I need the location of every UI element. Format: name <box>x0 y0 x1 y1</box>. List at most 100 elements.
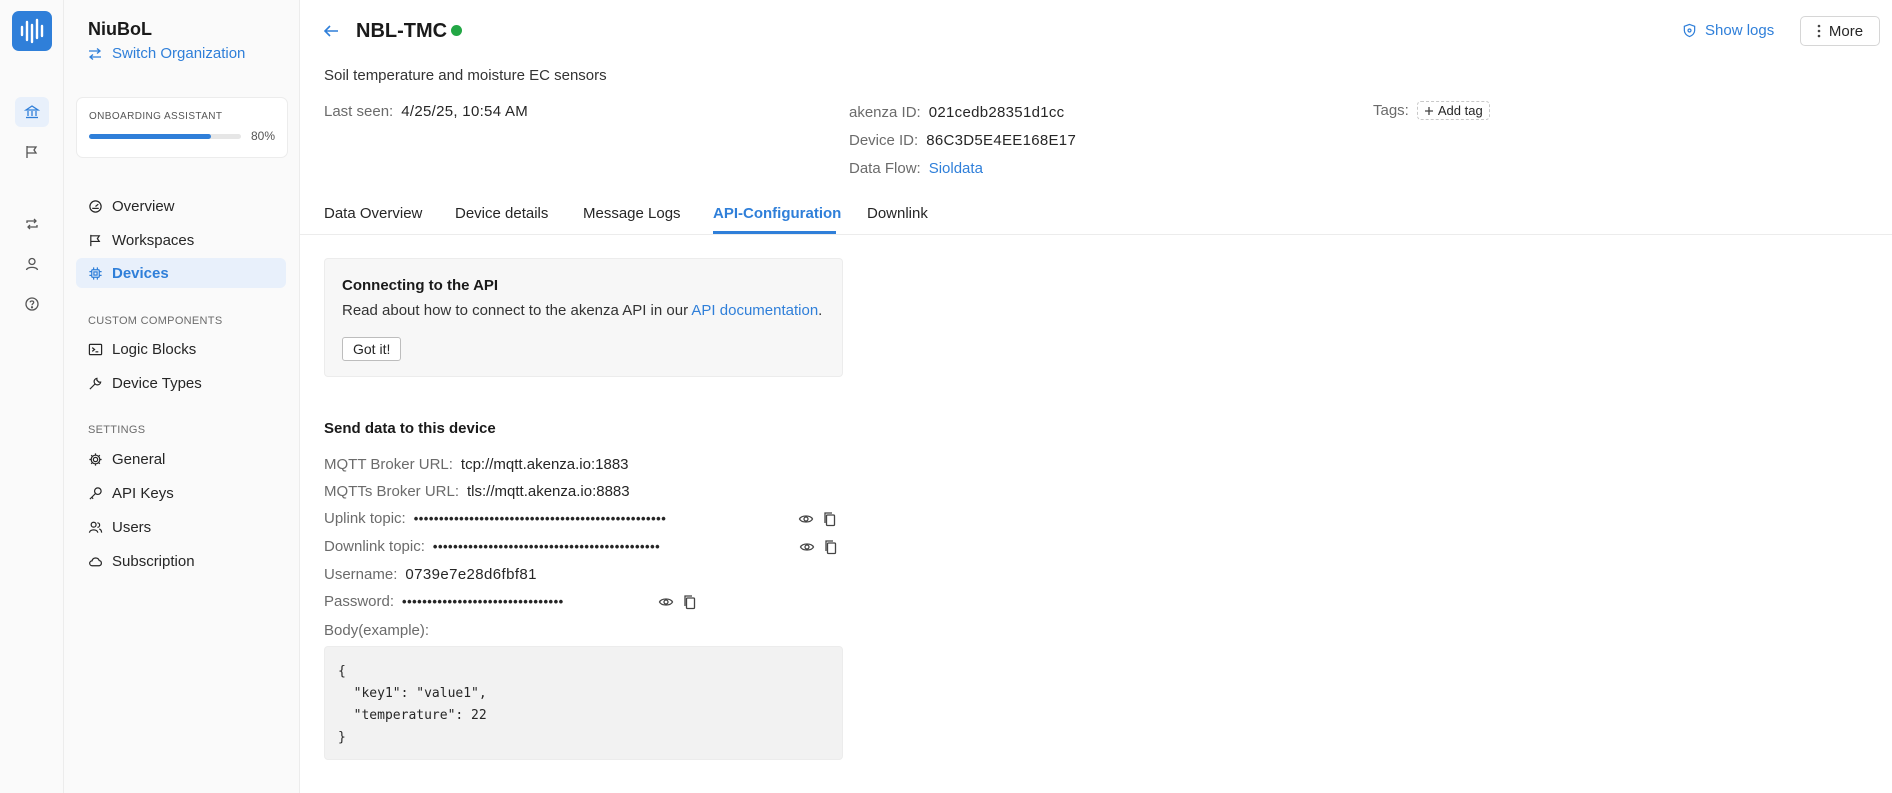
back-button[interactable] <box>322 22 340 40</box>
onboarding-progress-track <box>89 134 241 139</box>
sidebar-item-users[interactable]: Users <box>76 512 286 542</box>
sidebar: NiuBoL Switch Organization ONBOARDING AS… <box>64 0 300 793</box>
more-button[interactable]: More <box>1800 16 1880 46</box>
add-tag-button[interactable]: Add tag <box>1416 101 1490 120</box>
akenza-id-value: 021cedb28351d1cc <box>928 104 1065 121</box>
device-id-row: Device ID: 86C3D5E4EE168E17 <box>849 132 1076 149</box>
password-value: •••••••••••••••••••••••••••••••• <box>402 594 564 609</box>
uplink-copy-button[interactable] <box>822 511 838 527</box>
akenza-id-label: akenza ID: <box>849 104 921 121</box>
status-indicator <box>451 25 462 36</box>
sidebar-item-label: Overview <box>112 197 175 215</box>
rail-workspaces-button[interactable] <box>15 137 49 167</box>
username-value: 0739e7e28d6fbf81 <box>405 566 537 583</box>
sidebar-item-label: Device Types <box>112 374 202 392</box>
info-card-period: . <box>818 302 823 319</box>
mqtt-broker-label: MQTT Broker URL: <box>324 456 453 473</box>
sidebar-item-devices[interactable]: Devices <box>76 258 286 288</box>
data-flow-row: Data Flow: Sioldata <box>849 160 983 177</box>
sidebar-item-label: API Keys <box>112 484 174 502</box>
cloud-icon <box>89 556 102 566</box>
flag-icon <box>90 234 101 246</box>
rail-swap-button[interactable] <box>15 209 49 239</box>
body-example-row: Body(example): <box>324 622 429 639</box>
onboarding-progress-fill <box>89 134 211 139</box>
repeat-icon <box>26 218 38 230</box>
tab-downlink[interactable]: Downlink <box>867 205 928 222</box>
uplink-topic-value: ••••••••••••••••••••••••••••••••••••••••… <box>413 511 667 526</box>
waveform-logo-icon <box>20 18 44 44</box>
akenza-id-row: akenza ID: 021cedb28351d1cc <box>849 104 1064 121</box>
rail-profile-button[interactable] <box>15 249 49 279</box>
rail-home-button[interactable] <box>15 97 49 127</box>
sidebar-item-logic-blocks[interactable]: Logic Blocks <box>76 334 286 364</box>
switch-organization-link[interactable]: Switch Organization <box>88 45 245 62</box>
last-seen-value: 4/25/25, 10:54 AM <box>401 103 529 120</box>
sidebar-item-label: General <box>112 450 166 468</box>
sidebar-item-device-types[interactable]: Device Types <box>76 368 286 398</box>
tab-device-details[interactable]: Device details <box>455 205 548 222</box>
tab-api-configuration[interactable]: API-Configuration <box>713 205 841 222</box>
device-description: Soil temperature and moisture EC sensors <box>324 67 607 84</box>
eye-icon <box>658 597 674 606</box>
api-documentation-link[interactable]: API documentation <box>691 302 818 319</box>
sidebar-item-label: Devices <box>112 264 169 282</box>
terminal-icon <box>88 343 103 355</box>
add-tag-label: Add tag <box>1437 103 1483 118</box>
users-icon <box>88 521 103 533</box>
onboarding-assistant-card[interactable]: ONBOARDING ASSISTANT 80% <box>76 97 288 158</box>
tab-data-overview[interactable]: Data Overview <box>324 205 422 222</box>
api-info-card: Connecting to the API Read about how to … <box>324 258 843 377</box>
got-it-button[interactable]: Got it! <box>342 337 402 361</box>
sidebar-item-general[interactable]: General <box>76 444 286 474</box>
custom-components-heading: CUSTOM COMPONENTS <box>88 315 223 327</box>
show-logs-label: Show logs <box>1705 22 1775 39</box>
downlink-topic-value: ••••••••••••••••••••••••••••••••••••••••… <box>432 539 661 554</box>
data-flow-link[interactable]: Sioldata <box>929 160 983 177</box>
password-row: Password: ••••••••••••••••••••••••••••••… <box>324 593 698 610</box>
sidebar-item-workspaces[interactable]: Workspaces <box>76 225 286 255</box>
info-card-body: Read about how to connect to the akenza … <box>342 302 692 319</box>
chip-icon <box>89 266 102 280</box>
copy-icon <box>824 511 835 526</box>
onboarding-title: ONBOARDING ASSISTANT <box>89 111 223 122</box>
switch-organization-label: Switch Organization <box>112 45 246 62</box>
sidebar-item-label: Users <box>112 518 152 536</box>
tab-message-logs[interactable]: Message Logs <box>583 205 681 222</box>
main-content: NBL-TMC Show logs More Soil temperature … <box>300 0 1892 793</box>
user-icon <box>25 257 39 271</box>
info-card-text: Read about how to connect to the akenza … <box>342 302 822 319</box>
sidebar-item-subscription[interactable]: Subscription <box>76 546 286 576</box>
uplink-topic-row: Uplink topic: ••••••••••••••••••••••••••… <box>324 510 838 527</box>
show-logs-button[interactable]: Show logs <box>1682 22 1774 39</box>
rail-help-button[interactable] <box>15 289 49 319</box>
password-reveal-button[interactable] <box>658 594 674 610</box>
downlink-copy-button[interactable] <box>823 539 839 555</box>
sidebar-item-label: Workspaces <box>112 231 195 249</box>
sidebar-item-label: Logic Blocks <box>112 340 197 358</box>
password-copy-button[interactable] <box>682 594 698 610</box>
uplink-reveal-button[interactable] <box>798 511 814 527</box>
send-data-heading: Send data to this device <box>324 420 496 437</box>
sidebar-item-overview[interactable]: Overview <box>76 191 286 221</box>
swap-icon <box>88 47 102 60</box>
help-icon <box>25 297 39 311</box>
bank-icon <box>24 105 40 119</box>
app-logo[interactable] <box>12 11 52 51</box>
gear-icon <box>89 452 102 466</box>
mqtt-broker-row: MQTT Broker URL: tcp://mqtt.akenza.io:18… <box>324 456 629 473</box>
more-label: More <box>1828 22 1864 40</box>
uplink-topic-label: Uplink topic: <box>324 510 406 527</box>
downlink-reveal-button[interactable] <box>799 539 815 555</box>
body-example-label: Body(example): <box>324 622 430 639</box>
downlink-topic-row: Downlink topic: ••••••••••••••••••••••••… <box>324 538 839 555</box>
arrow-left-icon <box>323 25 338 37</box>
device-id-value: 86C3D5E4EE168E17 <box>926 132 1077 149</box>
icon-rail <box>0 0 64 793</box>
organization-name: NiuBoL <box>88 19 152 39</box>
username-label: Username: <box>324 566 398 583</box>
mqtts-broker-label: MQTTs Broker URL: <box>324 483 460 500</box>
data-flow-label: Data Flow: <box>849 160 921 177</box>
plus-icon <box>1424 106 1433 115</box>
sidebar-item-api-keys[interactable]: API Keys <box>76 478 286 508</box>
